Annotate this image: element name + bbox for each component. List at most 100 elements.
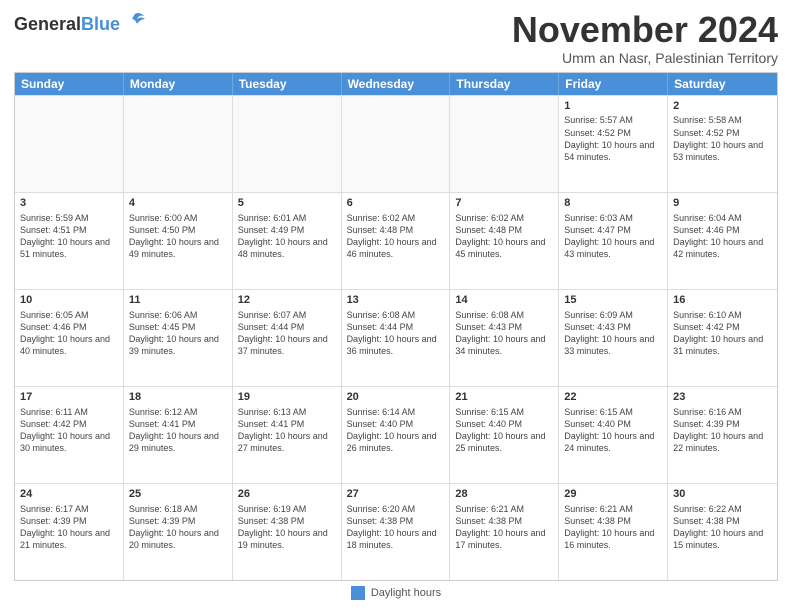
- footer: Daylight hours: [14, 581, 778, 602]
- day-info: Sunrise: 6:04 AM Sunset: 4:46 PM Dayligh…: [673, 212, 772, 261]
- day-number: 11: [129, 293, 227, 308]
- calendar-row: 10Sunrise: 6:05 AM Sunset: 4:46 PM Dayli…: [15, 289, 777, 386]
- day-number: 23: [673, 390, 772, 405]
- logo: GeneralBlue: [14, 10, 146, 37]
- calendar-cell: 12Sunrise: 6:07 AM Sunset: 4:44 PM Dayli…: [233, 290, 342, 386]
- calendar-body: 1Sunrise: 5:57 AM Sunset: 4:52 PM Daylig…: [15, 95, 777, 580]
- day-info: Sunrise: 6:15 AM Sunset: 4:40 PM Dayligh…: [455, 406, 553, 455]
- calendar-cell: [15, 96, 124, 192]
- calendar-cell: 7Sunrise: 6:02 AM Sunset: 4:48 PM Daylig…: [450, 193, 559, 289]
- day-number: 20: [347, 390, 445, 405]
- calendar-cell: 1Sunrise: 5:57 AM Sunset: 4:52 PM Daylig…: [559, 96, 668, 192]
- day-number: 1: [564, 99, 662, 114]
- calendar-cell: 30Sunrise: 6:22 AM Sunset: 4:38 PM Dayli…: [668, 484, 777, 580]
- day-info: Sunrise: 6:14 AM Sunset: 4:40 PM Dayligh…: [347, 406, 445, 455]
- calendar: Sunday Monday Tuesday Wednesday Thursday…: [14, 72, 778, 581]
- day-number: 15: [564, 293, 662, 308]
- header-sunday: Sunday: [15, 73, 124, 95]
- header: GeneralBlue November 2024 Umm an Nasr, P…: [14, 10, 778, 66]
- calendar-cell: 15Sunrise: 6:09 AM Sunset: 4:43 PM Dayli…: [559, 290, 668, 386]
- day-info: Sunrise: 6:17 AM Sunset: 4:39 PM Dayligh…: [20, 503, 118, 552]
- calendar-cell: 4Sunrise: 6:00 AM Sunset: 4:50 PM Daylig…: [124, 193, 233, 289]
- day-number: 28: [455, 487, 553, 502]
- day-info: Sunrise: 6:18 AM Sunset: 4:39 PM Dayligh…: [129, 503, 227, 552]
- day-number: 2: [673, 99, 772, 114]
- calendar-cell: [124, 96, 233, 192]
- calendar-cell: 16Sunrise: 6:10 AM Sunset: 4:42 PM Dayli…: [668, 290, 777, 386]
- main-title: November 2024: [512, 10, 778, 50]
- header-wednesday: Wednesday: [342, 73, 451, 95]
- day-number: 25: [129, 487, 227, 502]
- header-monday: Monday: [124, 73, 233, 95]
- day-info: Sunrise: 6:13 AM Sunset: 4:41 PM Dayligh…: [238, 406, 336, 455]
- calendar-cell: 24Sunrise: 6:17 AM Sunset: 4:39 PM Dayli…: [15, 484, 124, 580]
- day-number: 5: [238, 196, 336, 211]
- day-info: Sunrise: 6:11 AM Sunset: 4:42 PM Dayligh…: [20, 406, 118, 455]
- header-saturday: Saturday: [668, 73, 777, 95]
- calendar-cell: 14Sunrise: 6:08 AM Sunset: 4:43 PM Dayli…: [450, 290, 559, 386]
- day-info: Sunrise: 6:12 AM Sunset: 4:41 PM Dayligh…: [129, 406, 227, 455]
- calendar-row: 3Sunrise: 5:59 AM Sunset: 4:51 PM Daylig…: [15, 192, 777, 289]
- calendar-cell: 13Sunrise: 6:08 AM Sunset: 4:44 PM Dayli…: [342, 290, 451, 386]
- day-number: 21: [455, 390, 553, 405]
- day-number: 13: [347, 293, 445, 308]
- day-number: 3: [20, 196, 118, 211]
- page: GeneralBlue November 2024 Umm an Nasr, P…: [0, 0, 792, 612]
- calendar-cell: 18Sunrise: 6:12 AM Sunset: 4:41 PM Dayli…: [124, 387, 233, 483]
- day-number: 7: [455, 196, 553, 211]
- calendar-cell: [342, 96, 451, 192]
- calendar-cell: 5Sunrise: 6:01 AM Sunset: 4:49 PM Daylig…: [233, 193, 342, 289]
- day-number: 16: [673, 293, 772, 308]
- calendar-cell: [450, 96, 559, 192]
- day-number: 19: [238, 390, 336, 405]
- calendar-cell: [233, 96, 342, 192]
- day-info: Sunrise: 6:08 AM Sunset: 4:43 PM Dayligh…: [455, 309, 553, 358]
- calendar-cell: 26Sunrise: 6:19 AM Sunset: 4:38 PM Dayli…: [233, 484, 342, 580]
- title-block: November 2024 Umm an Nasr, Palestinian T…: [512, 10, 778, 66]
- day-info: Sunrise: 6:21 AM Sunset: 4:38 PM Dayligh…: [455, 503, 553, 552]
- calendar-cell: 25Sunrise: 6:18 AM Sunset: 4:39 PM Dayli…: [124, 484, 233, 580]
- calendar-cell: 20Sunrise: 6:14 AM Sunset: 4:40 PM Dayli…: [342, 387, 451, 483]
- day-number: 29: [564, 487, 662, 502]
- day-info: Sunrise: 6:03 AM Sunset: 4:47 PM Dayligh…: [564, 212, 662, 261]
- day-info: Sunrise: 6:06 AM Sunset: 4:45 PM Dayligh…: [129, 309, 227, 358]
- day-info: Sunrise: 6:10 AM Sunset: 4:42 PM Dayligh…: [673, 309, 772, 358]
- day-number: 12: [238, 293, 336, 308]
- day-info: Sunrise: 6:09 AM Sunset: 4:43 PM Dayligh…: [564, 309, 662, 358]
- header-friday: Friday: [559, 73, 668, 95]
- day-number: 17: [20, 390, 118, 405]
- subtitle: Umm an Nasr, Palestinian Territory: [512, 50, 778, 66]
- header-thursday: Thursday: [450, 73, 559, 95]
- calendar-row: 24Sunrise: 6:17 AM Sunset: 4:39 PM Dayli…: [15, 483, 777, 580]
- day-number: 22: [564, 390, 662, 405]
- day-number: 8: [564, 196, 662, 211]
- legend-label: Daylight hours: [371, 587, 441, 599]
- legend-color-box: [351, 586, 365, 600]
- day-number: 27: [347, 487, 445, 502]
- day-number: 14: [455, 293, 553, 308]
- day-number: 24: [20, 487, 118, 502]
- calendar-cell: 6Sunrise: 6:02 AM Sunset: 4:48 PM Daylig…: [342, 193, 451, 289]
- calendar-cell: 8Sunrise: 6:03 AM Sunset: 4:47 PM Daylig…: [559, 193, 668, 289]
- calendar-row: 1Sunrise: 5:57 AM Sunset: 4:52 PM Daylig…: [15, 95, 777, 192]
- day-info: Sunrise: 6:02 AM Sunset: 4:48 PM Dayligh…: [347, 212, 445, 261]
- calendar-cell: 3Sunrise: 5:59 AM Sunset: 4:51 PM Daylig…: [15, 193, 124, 289]
- day-info: Sunrise: 6:05 AM Sunset: 4:46 PM Dayligh…: [20, 309, 118, 358]
- calendar-row: 17Sunrise: 6:11 AM Sunset: 4:42 PM Dayli…: [15, 386, 777, 483]
- calendar-cell: 29Sunrise: 6:21 AM Sunset: 4:38 PM Dayli…: [559, 484, 668, 580]
- logo-text: GeneralBlue: [14, 15, 120, 33]
- day-info: Sunrise: 6:21 AM Sunset: 4:38 PM Dayligh…: [564, 503, 662, 552]
- day-info: Sunrise: 6:22 AM Sunset: 4:38 PM Dayligh…: [673, 503, 772, 552]
- day-number: 9: [673, 196, 772, 211]
- calendar-cell: 17Sunrise: 6:11 AM Sunset: 4:42 PM Dayli…: [15, 387, 124, 483]
- day-number: 30: [673, 487, 772, 502]
- day-number: 4: [129, 196, 227, 211]
- day-info: Sunrise: 6:20 AM Sunset: 4:38 PM Dayligh…: [347, 503, 445, 552]
- calendar-cell: 9Sunrise: 6:04 AM Sunset: 4:46 PM Daylig…: [668, 193, 777, 289]
- day-number: 10: [20, 293, 118, 308]
- calendar-cell: 19Sunrise: 6:13 AM Sunset: 4:41 PM Dayli…: [233, 387, 342, 483]
- day-number: 18: [129, 390, 227, 405]
- day-info: Sunrise: 6:19 AM Sunset: 4:38 PM Dayligh…: [238, 503, 336, 552]
- logo-bird-icon: [124, 10, 146, 37]
- day-info: Sunrise: 6:07 AM Sunset: 4:44 PM Dayligh…: [238, 309, 336, 358]
